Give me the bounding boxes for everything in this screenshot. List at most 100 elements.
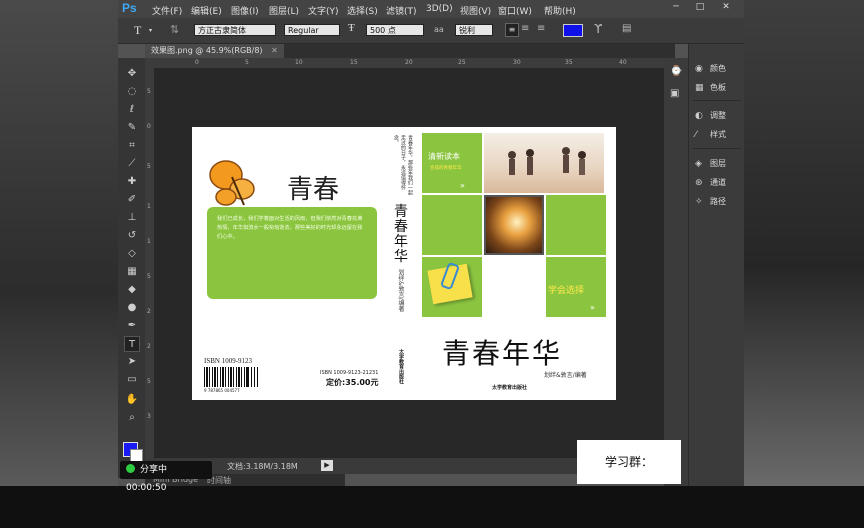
panel-divider [693, 148, 741, 149]
orientation-toggle-icon[interactable]: ⇅ [170, 23, 179, 36]
layers-panel-tab[interactable]: ◈ 图层 [695, 157, 726, 171]
ruler-tick: 15 [350, 59, 358, 66]
dodge-tool-icon[interactable]: ● [124, 300, 140, 316]
gradient-tool-icon[interactable]: ▦ [124, 264, 140, 280]
brush-tool-icon[interactable]: ✐ [124, 192, 140, 208]
warp-text-icon[interactable]: ϒ [594, 22, 602, 36]
menu-type[interactable]: 文字(Y) [308, 4, 339, 17]
path-select-tool-icon[interactable]: ➤ [124, 354, 140, 370]
hand-tool-icon[interactable]: ✋ [124, 392, 140, 408]
video-letterbox-left [0, 0, 118, 486]
clone-stamp-tool-icon[interactable]: ⊥ [124, 210, 140, 226]
book-cover-document: 青春 我们已成长，我们学着面对生活的风雨，但我们依然对青春充满热情，年华如流水一… [192, 127, 616, 400]
close-tab-icon[interactable]: ✕ [271, 46, 278, 55]
minimize-button[interactable]: ─ [664, 0, 688, 14]
swatches-panel-label: 色板 [710, 83, 726, 92]
crop-tool-icon[interactable]: ⌗ [124, 138, 140, 154]
menu-file[interactable]: 文件(F) [152, 4, 182, 17]
screen-share-indicator[interactable]: 分享中 00:00:50 [120, 461, 212, 493]
swatches-panel-tab[interactable]: ▦ 色板 [695, 81, 726, 95]
font-size-field[interactable]: 500 点 [366, 24, 424, 36]
properties-panel-icon[interactable]: ▣ [670, 88, 679, 99]
eyedropper-tool-icon[interactable]: ⟋ [124, 156, 140, 172]
chevron-right-icon: » [590, 303, 595, 312]
play-arrow-icon[interactable]: ▶ [321, 460, 333, 471]
menu-help[interactable]: 帮助(H) [544, 4, 576, 17]
share-timer: 00:00:50 [126, 483, 167, 493]
channels-panel-tab[interactable]: ⊛ 通道 [695, 176, 726, 190]
color-panel-tab[interactable]: ◉ 颜色 [695, 62, 726, 76]
menu-3d[interactable]: 3D(D) [426, 4, 453, 14]
front-tile-green [546, 195, 606, 255]
eraser-tool-icon[interactable]: ◇ [124, 246, 140, 262]
palette-icon: ◉ [695, 64, 703, 74]
history-brush-tool-icon[interactable]: ↺ [124, 228, 140, 244]
ruler-tick: 2 [147, 343, 151, 350]
font-size-icon: Ŧ [348, 22, 355, 34]
menu-view[interactable]: 视图(V) [460, 4, 491, 17]
styles-panel-tab[interactable]: ⁄ 样式 [695, 128, 726, 142]
panel-divider [693, 100, 741, 101]
align-center-icon[interactable]: ≡ [521, 23, 529, 34]
healing-brush-tool-icon[interactable]: ✚ [124, 174, 140, 190]
document-size: 文档:3.18M/3.18M [227, 462, 298, 471]
paths-panel-tab[interactable]: ✧ 路径 [695, 195, 726, 209]
lasso-tool-icon[interactable]: ℓ [124, 102, 140, 118]
ruler-tick: 5 [147, 88, 151, 95]
quick-select-tool-icon[interactable]: ✎ [124, 120, 140, 136]
menu-image[interactable]: 图像(I) [231, 4, 259, 17]
color-panel-label: 颜色 [710, 64, 726, 73]
type-tool-icon[interactable]: T [124, 336, 140, 352]
ruler-tick: 20 [405, 59, 413, 66]
font-style-field[interactable]: Regular [284, 24, 340, 36]
front-tag-top-sub: 合成的青春年华 [430, 166, 462, 171]
align-left-icon[interactable]: ≡ [505, 23, 519, 37]
chevron-down-icon[interactable]: ▾ [149, 27, 152, 34]
antialias-field[interactable]: 锐利 [455, 24, 493, 36]
character-panel-icon[interactable]: ▤ [622, 23, 631, 34]
chevron-right-icon: » [460, 181, 465, 190]
paths-icon: ✧ [695, 197, 703, 207]
ruler-tick: 5 [147, 378, 151, 385]
adjustments-panel-tab[interactable]: ◐ 调整 [695, 109, 726, 123]
menu-edit[interactable]: 编辑(E) [191, 4, 222, 17]
font-family-field[interactable]: 方正古隶简体 [194, 24, 276, 36]
zoom-tool-icon[interactable]: ⌕ [124, 410, 140, 426]
back-cover-text-box: 我们已成长，我们学着面对生活的风雨，但我们依然对青春充满热情，年华如流水一般匆匆… [207, 207, 377, 299]
front-tag-top: 清新读本 [428, 152, 460, 161]
marquee-tool-icon[interactable]: ◌ [124, 84, 140, 100]
adjustments-panel-label: 调整 [710, 111, 726, 120]
history-panel-icon[interactable]: ⌚ [670, 66, 682, 77]
menu-filter[interactable]: 滤镜(T) [386, 4, 417, 17]
antialias-label: aa [434, 25, 444, 34]
align-right-icon[interactable]: ≡ [537, 23, 545, 34]
blur-tool-icon[interactable]: ◆ [124, 282, 140, 298]
document-tab-bar: 效果图.png @ 45.9%(RGB/8) ✕ [145, 44, 675, 58]
close-button[interactable]: ✕ [714, 0, 738, 14]
front-cover-publisher: 太学教育出版社 [492, 385, 528, 391]
document-tab[interactable]: 效果图.png @ 45.9%(RGB/8) ✕ [145, 44, 284, 58]
price-barcode [248, 367, 260, 387]
pen-tool-icon[interactable]: ✒ [124, 318, 140, 334]
options-bar: T ▾ ⇅ 方正古隶简体 Regular Ŧ 500 点 aa 锐利 ≡ ≡ ≡… [118, 18, 744, 44]
app-logo: Ps [122, 1, 137, 15]
layers-icon: ◈ [695, 159, 702, 169]
type-tool-icon[interactable]: T [134, 23, 141, 38]
rectangle-tool-icon[interactable]: ▭ [124, 372, 140, 388]
move-tool-icon[interactable]: ✥ [124, 66, 140, 82]
menu-window[interactable]: 窗口(W) [498, 4, 532, 17]
text-color-swatch[interactable] [563, 24, 583, 37]
maximize-button[interactable]: □ [688, 0, 712, 14]
document-tab-label: 效果图.png @ 45.9%(RGB/8) [151, 46, 263, 55]
menu-select[interactable]: 选择(S) [347, 4, 378, 17]
ruler-tick: 10 [295, 59, 303, 66]
barcode-number: 9 787865 004577 [204, 388, 240, 393]
price-label: 定价:35.00元 [326, 378, 379, 387]
adjustments-icon: ◐ [695, 111, 703, 121]
spine-authors: 划绊&敦言/编著 [397, 269, 404, 312]
front-cover-title: 青春年华 [442, 337, 563, 370]
spine-isbn: ISBN 1009-9123-21231 [320, 370, 379, 376]
menu-layer[interactable]: 图层(L) [269, 4, 299, 17]
layers-panel-label: 图层 [710, 159, 726, 168]
styles-icon: ⁄ [695, 130, 697, 140]
